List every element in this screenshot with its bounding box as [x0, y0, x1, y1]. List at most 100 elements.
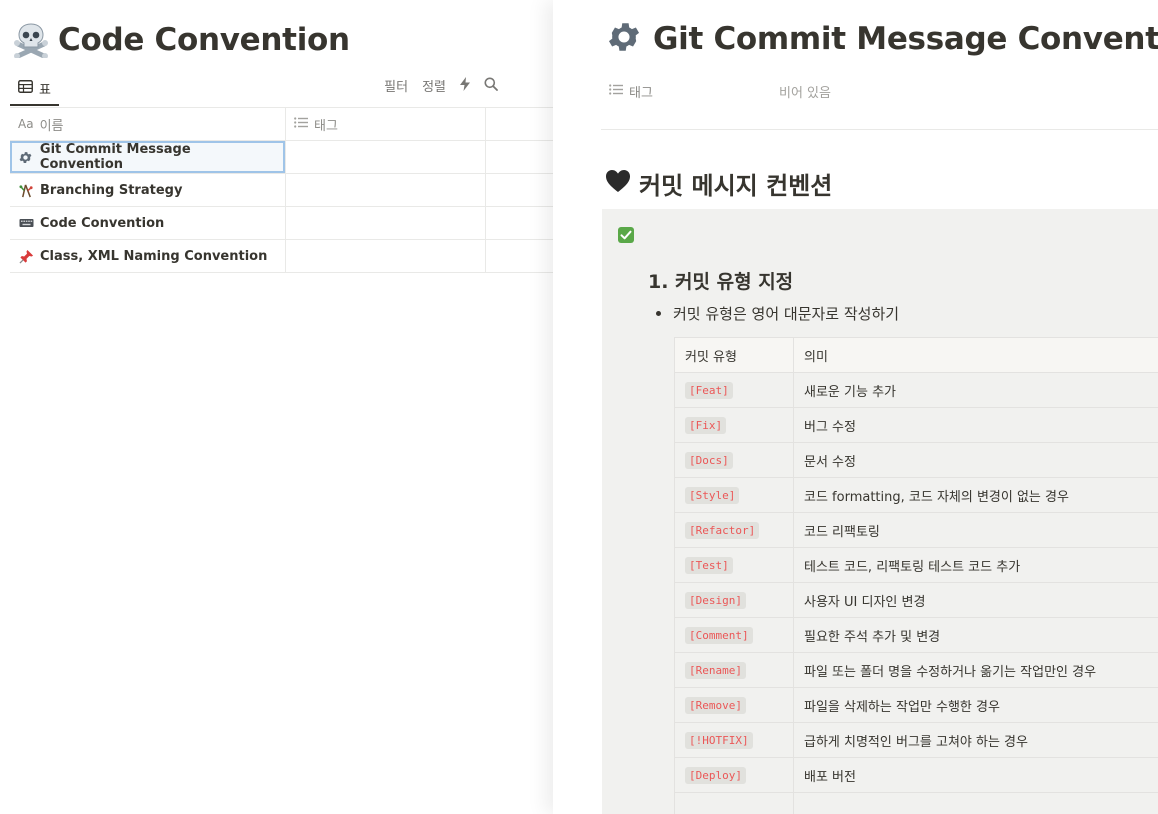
meaning-cell[interactable]: 새로운 기능 추가: [794, 373, 1158, 407]
row-empty-cell[interactable]: [486, 240, 554, 272]
inline-code: [!HOTFIX]: [685, 731, 753, 749]
tag-property[interactable]: 태그 비어 있음: [609, 80, 1129, 102]
meaning-cell[interactable]: 코드 formatting, 코드 자체의 변경이 없는 경우: [794, 478, 1158, 512]
list-icon: [609, 83, 623, 99]
table-row: [Docs] 문서 수정: [674, 443, 1158, 478]
meaning-cell[interactable]: 사용자 UI 디자인 변경: [794, 583, 1158, 617]
subheading: 1. 커밋 유형 지정: [648, 271, 794, 293]
pushpin-icon: [18, 248, 34, 264]
filter-button[interactable]: 필터: [384, 76, 408, 95]
type-cell[interactable]: [Deploy]: [674, 758, 794, 792]
table-row[interactable]: Code Convention: [10, 207, 554, 240]
type-cell[interactable]: [Remove]: [674, 688, 794, 722]
section-heading: 커밋 메시지 컨벤션: [605, 166, 832, 201]
meaning-cell[interactable]: 버그 수정: [794, 408, 1158, 442]
inline-code: [Comment]: [685, 626, 753, 644]
row-title-cell[interactable]: Class, XML Naming Convention: [10, 240, 286, 272]
gear-icon: [18, 149, 34, 165]
table-row: [!HOTFIX] 급하게 치명적인 버그를 고쳐야 하는 경우: [674, 723, 1158, 758]
row-tag-cell[interactable]: [286, 207, 486, 239]
row-empty-cell[interactable]: [486, 141, 554, 173]
meaning-cell[interactable]: 배포 버전: [794, 758, 1158, 792]
type-cell[interactable]: [Refactor]: [674, 513, 794, 547]
type-cell[interactable]: [Test]: [674, 548, 794, 582]
branch-icon: [18, 182, 34, 198]
row-empty-cell[interactable]: [486, 174, 554, 206]
inline-code: [Rename]: [685, 661, 746, 679]
row-tag-cell[interactable]: [286, 174, 486, 206]
view-actions: 필터 정렬: [384, 76, 498, 95]
type-cell[interactable]: [Feat]: [674, 373, 794, 407]
column-header-tag[interactable]: 태그: [286, 108, 486, 140]
table-row: [Design] 사용자 UI 디자인 변경: [674, 583, 1158, 618]
type-cell[interactable]: [Design]: [674, 583, 794, 617]
inline-code: [Test]: [685, 556, 733, 574]
table-row[interactable]: Branching Strategy: [10, 174, 554, 207]
row-title-text: Class, XML Naming Convention: [40, 248, 268, 264]
text-type-icon: Aa: [18, 117, 34, 131]
table-row[interactable]: Class, XML Naming Convention: [10, 240, 554, 273]
automation-bolt-icon[interactable]: [460, 76, 470, 95]
meaning-cell[interactable]: 급하게 치명적인 버그를 고쳐야 하는 경우: [794, 723, 1158, 757]
inline-code: [Style]: [685, 486, 740, 504]
keyboard-icon: [18, 215, 34, 231]
type-cell[interactable]: [674, 793, 794, 814]
column-tag-label: 태그: [314, 118, 338, 134]
page-title-text[interactable]: Git Commit Message Convention: [653, 21, 1158, 57]
type-cell[interactable]: [Style]: [674, 478, 794, 512]
bullet-item: 커밋 유형은 영어 대문자로 작성하기: [656, 303, 899, 324]
inline-code: [Feat]: [685, 381, 733, 399]
section-heading-text: 커밋 메시지 컨벤션: [639, 172, 833, 200]
row-empty-cell[interactable]: [486, 207, 554, 239]
type-cell[interactable]: [!HOTFIX]: [674, 723, 794, 757]
meaning-cell[interactable]: 필요한 주석 추가 및 변경: [794, 618, 1158, 652]
row-title-text: Code Convention: [40, 215, 165, 231]
view-bar: 표 필터 정렬: [10, 72, 550, 106]
table-row: [Style] 코드 formatting, 코드 자체의 변경이 없는 경우: [674, 478, 1158, 513]
column-header-empty[interactable]: [486, 108, 554, 140]
inline-code: [Fix]: [685, 416, 727, 434]
bullet-text: 커밋 유형은 영어 대문자로 작성하기: [673, 305, 900, 323]
inline-code: [Remove]: [685, 696, 746, 714]
callout-block: 1. 커밋 유형 지정 커밋 유형은 영어 대문자로 작성하기 커밋 유형 의미…: [602, 209, 1158, 814]
type-cell[interactable]: [Docs]: [674, 443, 794, 477]
meaning-cell[interactable]: 문서 수정: [794, 443, 1158, 477]
property-value[interactable]: 비어 있음: [779, 82, 831, 101]
divider: [601, 129, 1158, 130]
table-row: [Feat] 새로운 기능 추가: [674, 373, 1158, 408]
search-icon[interactable]: [484, 77, 498, 95]
table-row: [Rename] 파일 또는 폴더 명을 수정하거나 옮기는 작업만인 경우: [674, 653, 1158, 688]
type-cell[interactable]: [Fix]: [674, 408, 794, 442]
type-cell[interactable]: [Rename]: [674, 653, 794, 687]
row-title-cell[interactable]: Git Commit Message Convention: [10, 141, 286, 173]
table-icon: [18, 79, 33, 97]
view-tab-label: 표: [39, 82, 51, 98]
gear-icon: [605, 18, 643, 60]
black-heart-icon: [605, 169, 631, 199]
database-table: Aa 이름 태그 Git Commit Message Convention B…: [10, 107, 554, 273]
inline-code: [Deploy]: [685, 766, 746, 784]
meaning-cell[interactable]: 파일 또는 폴더 명을 수정하거나 옮기는 작업만인 경우: [794, 653, 1158, 687]
table-row: [Fix] 버그 수정: [674, 408, 1158, 443]
inline-code: [Refactor]: [685, 521, 760, 539]
meaning-cell[interactable]: 테스트 코드, 리팩토링 테스트 코드 추가: [794, 548, 1158, 582]
page-title: Git Commit Message Convention: [605, 18, 1158, 60]
view-tab-table[interactable]: 표: [10, 72, 59, 106]
table-row[interactable]: Git Commit Message Convention: [10, 141, 554, 174]
row-title-cell[interactable]: Code Convention: [10, 207, 286, 239]
meaning-cell[interactable]: 코드 리팩토링: [794, 513, 1158, 547]
table-row: [Test] 테스트 코드, 리팩토링 테스트 코드 추가: [674, 548, 1158, 583]
row-title-cell[interactable]: Branching Strategy: [10, 174, 286, 206]
type-cell[interactable]: [Comment]: [674, 618, 794, 652]
meaning-cell[interactable]: [794, 793, 1158, 814]
sort-button[interactable]: 정렬: [422, 76, 446, 95]
header-type: 커밋 유형: [674, 338, 794, 372]
row-tag-cell[interactable]: [286, 240, 486, 272]
property-name: 태그: [609, 82, 779, 101]
property-name-label: 태그: [629, 85, 653, 101]
row-tag-cell[interactable]: [286, 141, 486, 173]
column-name-label: 이름: [39, 118, 64, 134]
check-mark-icon: [618, 227, 634, 243]
column-header-name[interactable]: Aa 이름: [10, 108, 286, 140]
meaning-cell[interactable]: 파일을 삭제하는 작업만 수행한 경우: [794, 688, 1158, 722]
